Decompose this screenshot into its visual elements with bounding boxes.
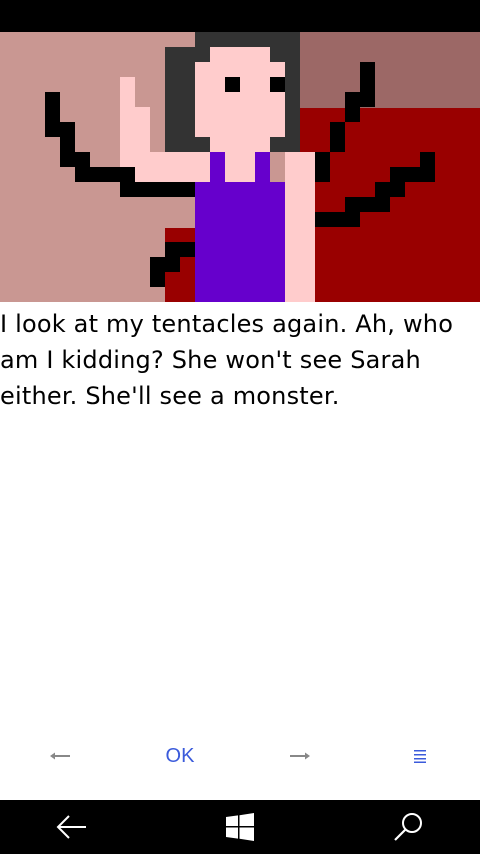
search-icon [394,813,422,841]
windows-logo-icon [226,813,254,841]
previous-button[interactable] [20,728,100,784]
system-navigation-bar [0,800,480,854]
start-button[interactable] [195,800,285,854]
left-arrow-icon [50,752,70,760]
status-bar [0,0,480,32]
ok-button[interactable]: OK [140,728,220,784]
system-back-button[interactable] [27,800,117,854]
back-arrow-icon [56,815,86,839]
next-button[interactable] [260,728,340,784]
menu-lines-icon [414,750,426,763]
menu-button[interactable] [380,728,460,784]
story-text: I look at my tentacles again. Ah, who am… [0,310,454,410]
scene-illustration [0,32,480,302]
ok-label: OK [165,744,195,767]
search-button[interactable] [363,800,453,854]
pixel-art-girl-with-tentacles [0,32,480,302]
right-arrow-icon [290,752,310,760]
story-toolbar: OK [0,728,480,784]
